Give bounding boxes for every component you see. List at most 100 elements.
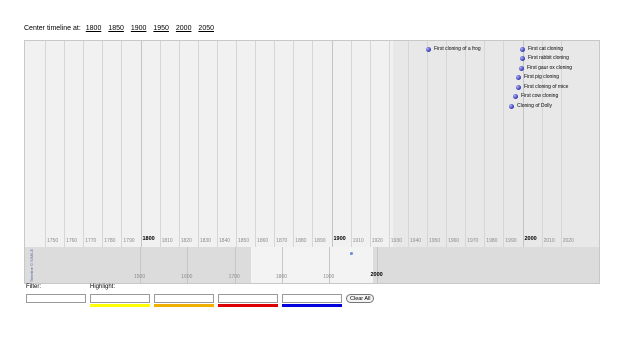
event-marker-icon[interactable] bbox=[516, 84, 521, 90]
upper-year-label: 1950 bbox=[429, 238, 441, 244]
upper-gridline bbox=[140, 41, 142, 247]
upper-gridline bbox=[159, 41, 161, 247]
event-title[interactable]: First cat cloning bbox=[528, 46, 563, 52]
upper-year-label: 1760 bbox=[66, 238, 78, 244]
upper-gridline bbox=[407, 41, 409, 247]
event-title[interactable]: First gaur ox cloning bbox=[527, 65, 572, 71]
upper-year-label: 1780 bbox=[104, 238, 116, 244]
timeline-event[interactable]: First cat cloning bbox=[520, 46, 563, 52]
highlight-color-bar-4 bbox=[282, 304, 342, 307]
highlight-color-bar-3 bbox=[218, 304, 278, 307]
event-title[interactable]: Cloning of Dolly bbox=[517, 103, 552, 109]
upper-year-label: 1790 bbox=[123, 238, 135, 244]
upper-year-label: 1940 bbox=[409, 238, 422, 244]
upper-gridline bbox=[178, 41, 180, 247]
event-marker-icon[interactable] bbox=[509, 103, 514, 109]
filter-input[interactable] bbox=[26, 294, 86, 303]
upper-gridline bbox=[312, 41, 314, 247]
upper-year-label: 1840 bbox=[218, 238, 231, 244]
upper-year-label: 1870 bbox=[276, 238, 288, 244]
lower-year-label: 1600 bbox=[181, 274, 193, 280]
upper-gridline bbox=[64, 41, 66, 247]
timeline-lower-band[interactable]: 1500 1600 1700 1800 1900 2000 bbox=[25, 247, 599, 283]
upper-gridline bbox=[121, 41, 123, 247]
upper-year-label: 1800 bbox=[142, 236, 155, 242]
upper-year-label: 1930 bbox=[390, 238, 402, 244]
lower-year-label: 1500 bbox=[134, 274, 146, 280]
highlight-label: Highlight: bbox=[90, 284, 116, 290]
upper-year-label: 2010 bbox=[543, 238, 555, 244]
event-title[interactable]: First rabbit cloning bbox=[528, 55, 569, 61]
upper-year-label: 1920 bbox=[371, 238, 383, 244]
highlight-input-3[interactable] bbox=[218, 294, 278, 303]
upper-gridline bbox=[83, 41, 85, 247]
upper-gridline bbox=[541, 41, 543, 247]
clear-all-button[interactable]: Clear All bbox=[346, 294, 375, 303]
upper-year-label: 1830 bbox=[199, 238, 211, 244]
highlight-input-2[interactable] bbox=[154, 294, 214, 303]
event-marker-icon[interactable] bbox=[519, 65, 524, 71]
upper-year-label: 1910 bbox=[352, 238, 364, 244]
center-link-2050[interactable]: 2050 bbox=[198, 25, 214, 32]
center-link-1950[interactable]: 1950 bbox=[153, 25, 169, 32]
center-link-1800[interactable]: 1800 bbox=[86, 25, 102, 32]
upper-gridline bbox=[503, 41, 505, 247]
timeline-event[interactable]: First pig cloning bbox=[516, 74, 559, 80]
upper-year-label: 1850 bbox=[238, 238, 250, 244]
upper-gridline bbox=[350, 41, 352, 247]
event-marker-icon[interactable] bbox=[516, 74, 521, 80]
lower-year-label: 1900 bbox=[323, 274, 335, 280]
upper-year-label: 1970 bbox=[467, 238, 479, 244]
upper-gridline bbox=[255, 41, 257, 247]
event-marker-icon[interactable] bbox=[513, 93, 518, 99]
event-marker-icon[interactable] bbox=[426, 46, 431, 52]
highlight-input-1[interactable] bbox=[90, 294, 150, 303]
upper-year-label: 1860 bbox=[257, 238, 269, 244]
timeline-upper-band[interactable]: 1750 1760 1770 1780 1790 1800 1810 1820 1830 1840… bbox=[25, 41, 599, 247]
event-title[interactable]: First cloning of mice bbox=[524, 84, 568, 90]
upper-gridline bbox=[45, 41, 46, 247]
upper-gridline bbox=[465, 41, 467, 247]
lower-band-event-marker bbox=[350, 252, 353, 255]
filter-label: Filter: bbox=[26, 284, 41, 290]
event-title[interactable]: First cow cloning bbox=[521, 93, 558, 99]
upper-year-label: 1770 bbox=[85, 238, 97, 244]
upper-year-label: 1750 bbox=[47, 238, 59, 244]
upper-year-label: 1880 bbox=[295, 238, 307, 244]
event-marker-icon[interactable] bbox=[520, 55, 525, 61]
upper-year-label: 2020 bbox=[562, 238, 574, 244]
upper-year-label: 2000 bbox=[524, 236, 537, 242]
timeline-event[interactable]: Cloning of Dolly bbox=[509, 103, 552, 109]
upper-gridline bbox=[484, 41, 486, 247]
upper-gridline bbox=[331, 41, 333, 247]
center-timeline-label: Center timeline at: bbox=[24, 25, 81, 32]
highlight-color-bar-1 bbox=[90, 304, 150, 307]
upper-gridline bbox=[236, 41, 237, 247]
upper-gridline bbox=[369, 41, 371, 247]
event-title[interactable]: First pig cloning bbox=[524, 74, 559, 80]
lower-year-label: 1800 bbox=[275, 274, 288, 280]
upper-gridline bbox=[427, 41, 428, 247]
timeline-event[interactable]: First gaur ox cloning bbox=[519, 65, 572, 71]
timeline-event[interactable]: First cloning of mice bbox=[516, 84, 568, 90]
center-link-2000[interactable]: 2000 bbox=[176, 25, 192, 32]
timeline-event[interactable]: First rabbit cloning bbox=[520, 55, 569, 61]
upper-year-label: 1980 bbox=[486, 238, 498, 244]
timeline-event[interactable]: First cow cloning bbox=[513, 93, 558, 99]
lower-band-visible-window bbox=[251, 247, 373, 283]
upper-year-label: 1960 bbox=[448, 238, 460, 244]
upper-gridline bbox=[102, 41, 104, 247]
upper-year-label: 1890 bbox=[314, 238, 326, 244]
center-link-1850[interactable]: 1850 bbox=[108, 25, 124, 32]
timeline-widget[interactable]: 1750 1760 1770 1780 1790 1800 1810 1820 1830 1840… bbox=[24, 40, 600, 284]
center-link-1900[interactable]: 1900 bbox=[131, 25, 147, 32]
upper-gridline bbox=[388, 41, 390, 247]
upper-year-label: 1810 bbox=[161, 238, 173, 244]
lower-year-label: 2000 bbox=[370, 272, 383, 278]
upper-year-label: 1990 bbox=[505, 238, 517, 244]
event-marker-icon[interactable] bbox=[520, 46, 525, 52]
highlight-input-4[interactable] bbox=[282, 294, 342, 303]
timeline-event[interactable]: First cloning of a frog bbox=[426, 46, 481, 52]
event-title[interactable]: First cloning of a frog bbox=[434, 46, 481, 52]
lower-year-label: 1700 bbox=[228, 274, 240, 280]
